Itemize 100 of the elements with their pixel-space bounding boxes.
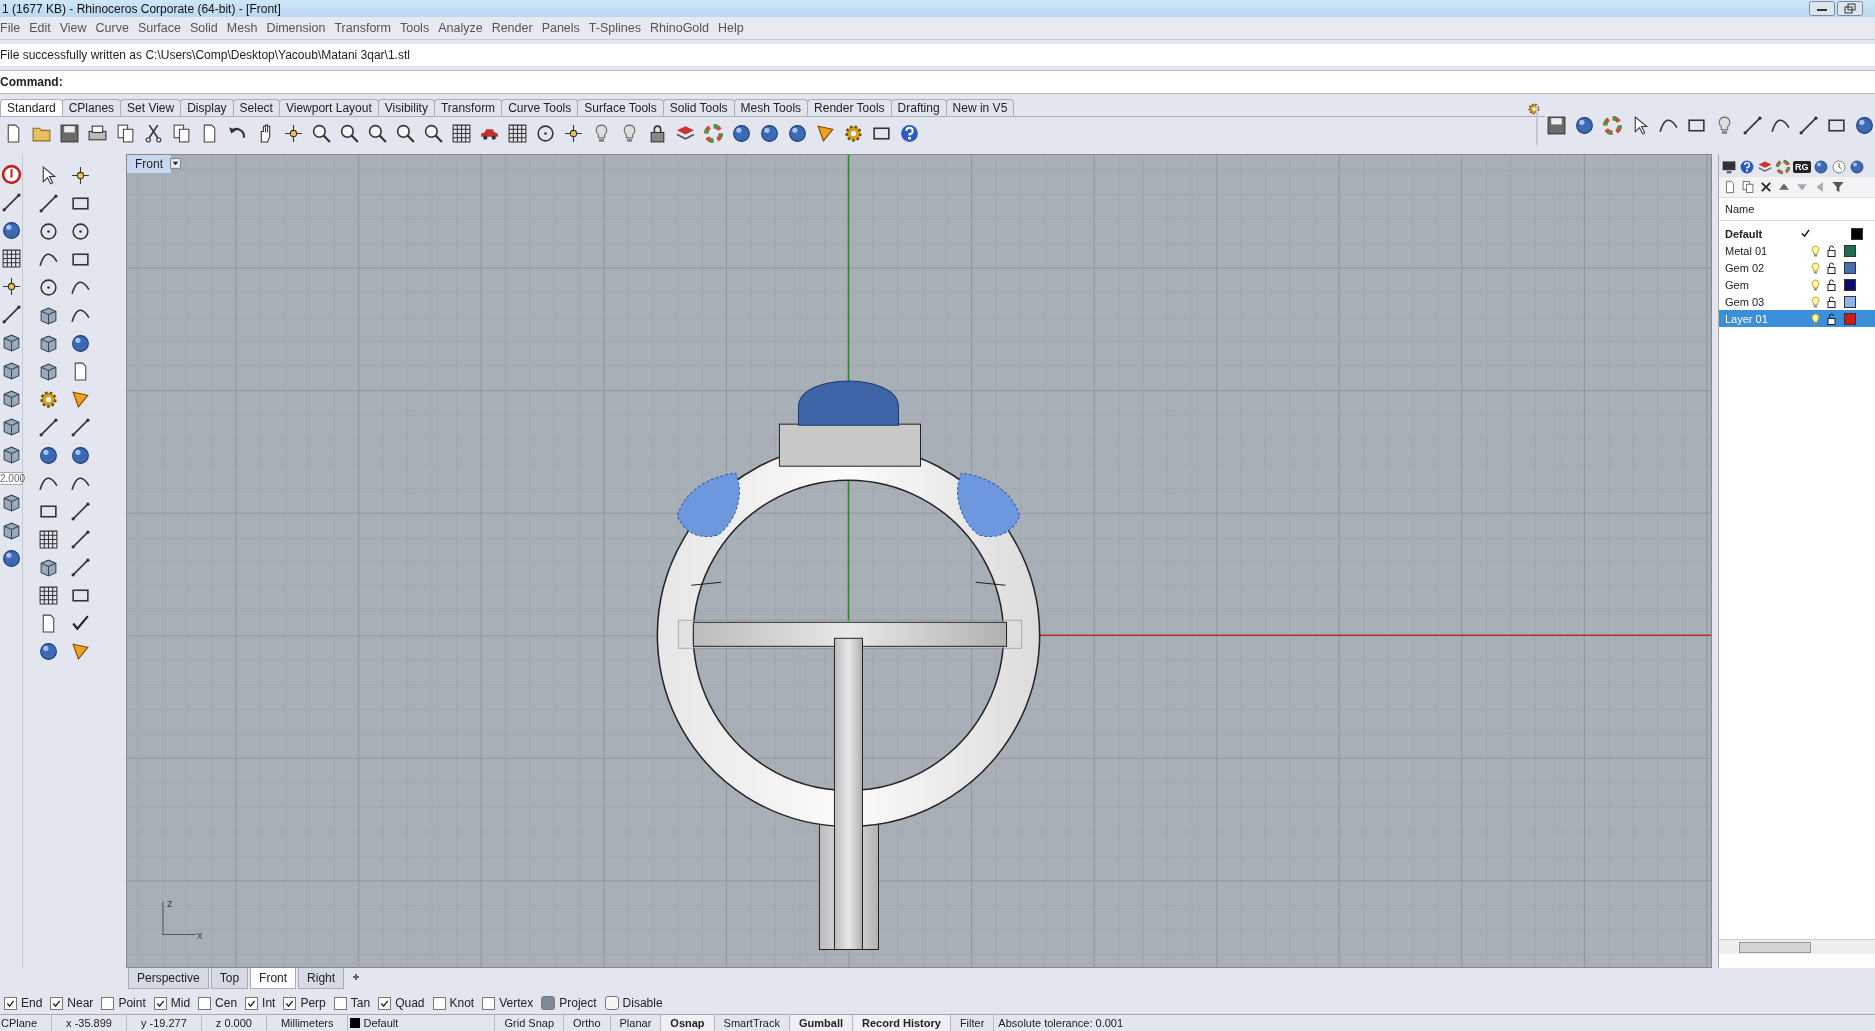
checkbox[interactable]: [4, 996, 17, 1010]
status-toggle[interactable]: Gumball: [790, 1015, 853, 1031]
magnifier-icon[interactable]: [311, 122, 332, 144]
light-bulb-icon[interactable]: [1810, 261, 1821, 274]
line-icon[interactable]: [1798, 114, 1819, 136]
toggle-box[interactable]: [604, 996, 619, 1010]
lock-icon[interactable]: [1826, 244, 1837, 257]
viewport[interactable]: z x Front: [126, 154, 1712, 968]
toolbar-tab[interactable]: Drafting: [890, 99, 947, 116]
copy-icon[interactable]: [1741, 180, 1755, 194]
cube-icon[interactable]: [38, 333, 59, 354]
menu-item[interactable]: Tools: [399, 21, 438, 35]
cube-icon[interactable]: [0, 492, 22, 513]
checkbox[interactable]: [283, 996, 297, 1010]
menu-item[interactable]: Panels: [541, 21, 588, 35]
light-bulb-icon[interactable]: [1810, 244, 1821, 257]
layer-color-swatch[interactable]: [1844, 278, 1856, 291]
sphere-icon[interactable]: [731, 122, 752, 144]
viewport-tab[interactable]: Front: [250, 968, 297, 989]
circle-icon[interactable]: [535, 122, 556, 144]
checkbox[interactable]: [378, 996, 392, 1010]
light-bulb-icon[interactable]: [1810, 312, 1821, 325]
checkbox[interactable]: [333, 996, 347, 1010]
sphere-icon[interactable]: [1848, 159, 1865, 175]
menu-item[interactable]: View: [59, 21, 95, 35]
cube-icon[interactable]: [38, 305, 59, 326]
checkbox[interactable]: [101, 996, 115, 1010]
layer-row[interactable]: Gem 03: [1719, 293, 1875, 310]
point-icon[interactable]: [283, 122, 304, 144]
magnifier-icon[interactable]: [423, 122, 444, 144]
circle-icon[interactable]: [38, 277, 59, 298]
menu-item[interactable]: Dimension: [266, 21, 334, 35]
color-wheel-icon[interactable]: [1775, 159, 1791, 175]
lock-icon[interactable]: [1826, 278, 1837, 291]
menu-item[interactable]: Surface: [137, 21, 189, 35]
menu-item[interactable]: File: [0, 21, 29, 35]
line-icon[interactable]: [0, 192, 22, 213]
ring-drawing[interactable]: [656, 380, 1041, 950]
layer-color-swatch[interactable]: [1851, 227, 1863, 240]
delete-icon[interactable]: [1759, 180, 1773, 194]
menu-item[interactable]: Render: [491, 21, 541, 35]
viewport-tab[interactable]: Top: [210, 968, 249, 989]
number-field[interactable]: 2.000: [0, 472, 23, 485]
cube-icon[interactable]: [0, 360, 22, 381]
filter-icon[interactable]: [1831, 180, 1845, 194]
toolbar-tab[interactable]: Display: [180, 99, 234, 116]
cube-icon[interactable]: [0, 416, 22, 437]
toolbar-tab[interactable]: Standard: [0, 99, 63, 116]
panel-tab[interactable]: RG: [1793, 161, 1811, 173]
menu-item[interactable]: Analyze: [438, 21, 491, 35]
menu-item[interactable]: RhinoGold: [649, 21, 718, 35]
grid-icon[interactable]: [38, 585, 59, 606]
checkbox[interactable]: [198, 996, 212, 1010]
light-bulb-icon[interactable]: [1810, 295, 1821, 308]
sphere-icon[interactable]: [1812, 159, 1829, 175]
lock-icon[interactable]: [1826, 312, 1837, 325]
scissors-icon[interactable]: [143, 122, 164, 144]
menu-item[interactable]: Solid: [190, 21, 226, 35]
cube-icon[interactable]: [0, 520, 22, 541]
cone-icon[interactable]: [70, 389, 91, 410]
color-wheel-icon[interactable]: [1602, 114, 1623, 136]
sphere-icon[interactable]: [0, 220, 22, 241]
circle-icon[interactable]: [70, 221, 91, 242]
grid-icon[interactable]: [507, 122, 528, 144]
layer-color-swatch[interactable]: [1844, 312, 1856, 325]
copy-icon[interactable]: [115, 122, 136, 144]
monitor-icon[interactable]: [1721, 159, 1737, 175]
light-bulb-icon[interactable]: [1810, 278, 1821, 291]
magnifier-icon[interactable]: [339, 122, 360, 144]
sphere-icon[interactable]: [1574, 114, 1595, 136]
scrollbar[interactable]: [1719, 939, 1875, 954]
clock-icon[interactable]: [1830, 159, 1847, 175]
help-icon[interactable]: [899, 122, 920, 144]
line-icon[interactable]: [70, 557, 91, 578]
sphere-icon[interactable]: [38, 641, 59, 662]
grid-icon[interactable]: [0, 248, 22, 269]
caret-icon[interactable]: [170, 158, 181, 169]
sphere-icon[interactable]: [70, 333, 91, 354]
help-icon[interactable]: [1739, 159, 1755, 175]
sphere-icon[interactable]: [70, 445, 91, 466]
checkbox[interactable]: [432, 996, 446, 1010]
point-icon[interactable]: [0, 276, 22, 297]
magnifier-icon[interactable]: [367, 122, 388, 144]
menu-item[interactable]: T-Splines: [588, 21, 649, 35]
line-icon[interactable]: [38, 193, 59, 214]
layer-color-swatch[interactable]: [1844, 244, 1856, 257]
cube-icon[interactable]: [0, 332, 22, 353]
sphere-icon[interactable]: [0, 548, 22, 569]
point-icon[interactable]: [563, 122, 584, 144]
checkbox[interactable]: [50, 996, 64, 1010]
column-header[interactable]: Name: [1719, 198, 1875, 221]
menu-item[interactable]: Curve: [95, 21, 137, 35]
checkbox[interactable]: [153, 996, 167, 1010]
viewport-tab[interactable]: Perspective: [128, 968, 209, 989]
status-toggle[interactable]: Record History: [853, 1015, 951, 1031]
layer-row[interactable]: Gem: [1719, 276, 1875, 293]
line-icon[interactable]: [70, 529, 91, 550]
line-icon[interactable]: [70, 417, 91, 438]
restore-icon[interactable]: [1837, 1, 1863, 16]
sphere-icon[interactable]: [1854, 114, 1875, 136]
